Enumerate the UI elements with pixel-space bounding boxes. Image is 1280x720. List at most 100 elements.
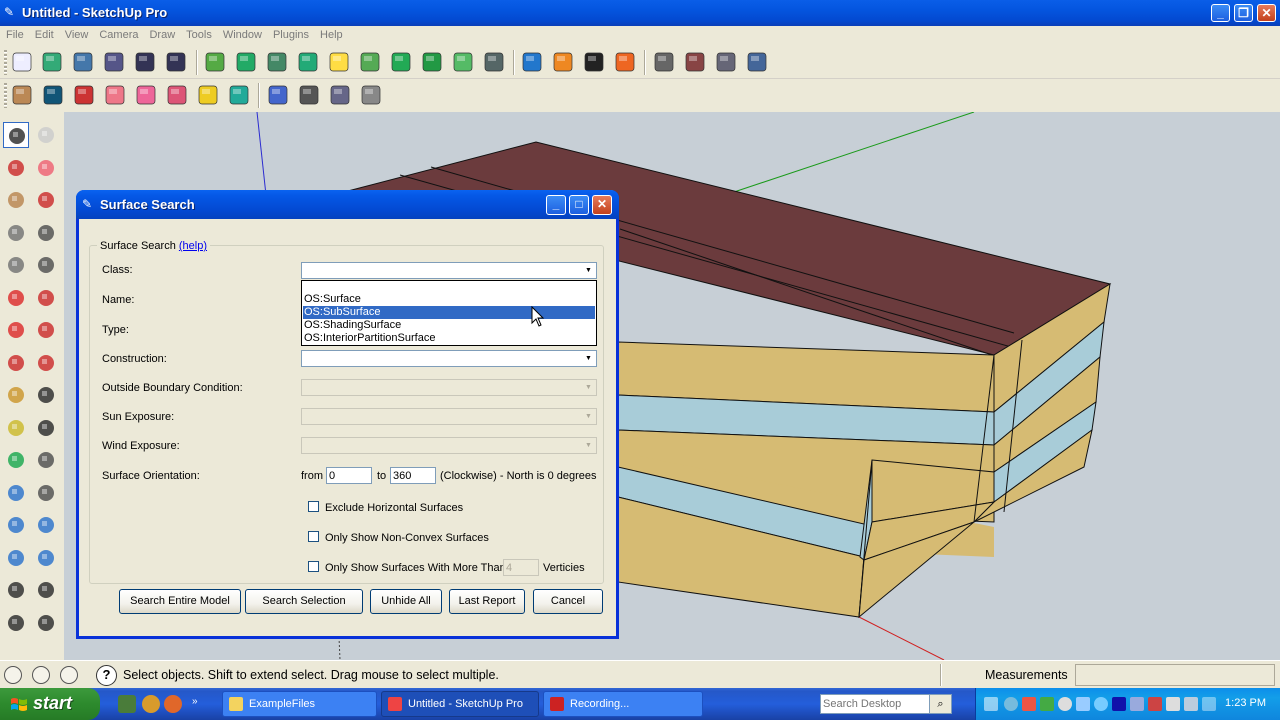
- wireframe-cube-icon[interactable]: [265, 82, 291, 108]
- arc-icon[interactable]: [33, 220, 59, 246]
- help-icon[interactable]: ?: [96, 665, 117, 686]
- component-icon[interactable]: [33, 122, 59, 148]
- paint-bucket-icon[interactable]: [3, 155, 29, 181]
- shaded-icon[interactable]: [327, 82, 353, 108]
- calendar-icon[interactable]: [358, 82, 384, 108]
- tape-measure-icon[interactable]: [3, 382, 29, 408]
- tray-network-icon[interactable]: [1004, 697, 1018, 711]
- text-icon[interactable]: [33, 415, 59, 441]
- measurements-input[interactable]: [1075, 664, 1275, 686]
- brick-wall-icon[interactable]: [71, 82, 97, 108]
- tray-update-icon[interactable]: [1040, 697, 1054, 711]
- user-icon[interactable]: [60, 666, 78, 684]
- unhide-all-button[interactable]: Unhide All: [370, 589, 442, 614]
- help-link[interactable]: (help): [179, 240, 207, 252]
- look-around-icon[interactable]: [33, 577, 59, 603]
- save-as-icon[interactable]: [101, 49, 127, 75]
- tray-wireless-icon[interactable]: [1130, 697, 1144, 711]
- render-construction-icon[interactable]: [682, 49, 708, 75]
- menu-file[interactable]: File: [0, 26, 29, 41]
- option-os-surface[interactable]: OS:Surface: [303, 293, 595, 306]
- tray-clock-icon[interactable]: [1058, 697, 1072, 711]
- tray-display-icon[interactable]: [1202, 697, 1216, 711]
- help-icon[interactable]: [744, 49, 770, 75]
- plane-icon[interactable]: [450, 49, 476, 75]
- quicklaunch-desktop-icon[interactable]: [118, 695, 136, 713]
- class-select[interactable]: ▼: [301, 262, 597, 279]
- menu-plugins[interactable]: Plugins: [267, 26, 314, 41]
- pencil-icon[interactable]: [33, 187, 59, 213]
- quicklaunch-firefox-icon[interactable]: [164, 695, 182, 713]
- task-recording[interactable]: Recording...: [543, 691, 703, 717]
- yellow-cube-icon[interactable]: [195, 82, 221, 108]
- wind-exposure-select[interactable]: ▼: [301, 437, 597, 454]
- tray-volume-icon[interactable]: [1166, 697, 1180, 711]
- construction-select[interactable]: ▼: [301, 350, 597, 367]
- cancel-button[interactable]: Cancel: [533, 589, 603, 614]
- pan-icon[interactable]: [33, 480, 59, 506]
- cube-pink-icon[interactable]: [133, 82, 159, 108]
- close-button[interactable]: ✕: [1257, 4, 1276, 22]
- surface-matching-icon[interactable]: [419, 49, 445, 75]
- search-entire-model-button[interactable]: Search Entire Model: [119, 589, 241, 614]
- new-light-icon[interactable]: [326, 49, 352, 75]
- move-icon[interactable]: [3, 285, 29, 311]
- import-icon[interactable]: [39, 49, 65, 75]
- menu-help[interactable]: Help: [314, 26, 348, 41]
- orientation-to-input[interactable]: [390, 467, 436, 484]
- box-dark-icon[interactable]: [40, 82, 66, 108]
- zoom-icon[interactable]: [3, 512, 29, 538]
- chevron-down-icon[interactable]: ▼: [582, 264, 595, 277]
- offset-icon[interactable]: [33, 350, 59, 376]
- search-desktop-input[interactable]: [823, 697, 923, 711]
- hidden-line-icon[interactable]: [296, 82, 322, 108]
- toolbar-grip[interactable]: [4, 50, 7, 75]
- rotate-icon[interactable]: [3, 317, 29, 343]
- follow-me-icon[interactable]: [33, 317, 59, 343]
- new-schedule-icon[interactable]: [357, 49, 383, 75]
- chevron-down-icon[interactable]: ▼: [582, 352, 595, 365]
- dialog-maximize-button[interactable]: □: [569, 195, 589, 215]
- export-idf-icon[interactable]: [132, 49, 158, 75]
- eraser-icon[interactable]: [33, 155, 59, 181]
- menu-tools[interactable]: Tools: [180, 26, 217, 41]
- tray-security-icon[interactable]: [1022, 697, 1036, 711]
- import-idf-icon[interactable]: [163, 49, 189, 75]
- dialog-minimize-button[interactable]: _: [546, 195, 566, 215]
- sun-exposure-select[interactable]: ▼: [301, 408, 597, 425]
- quicklaunch-email-icon[interactable]: [142, 695, 160, 713]
- menu-view[interactable]: View: [59, 26, 94, 41]
- minimize-button[interactable]: _: [1211, 4, 1230, 22]
- outside-boundary-select[interactable]: ▼: [301, 379, 597, 396]
- grid-icon[interactable]: [481, 49, 507, 75]
- push-pull-icon[interactable]: [33, 285, 59, 311]
- brick-stack-icon[interactable]: [164, 82, 190, 108]
- tray-pen-icon[interactable]: [984, 697, 998, 711]
- render-boundary-icon[interactable]: [651, 49, 677, 75]
- circle-icon[interactable]: [3, 220, 29, 246]
- option-os-interiorpartitionsurface[interactable]: OS:InteriorPartitionSurface: [303, 332, 595, 345]
- zoom-extents-icon[interactable]: [3, 545, 29, 571]
- orientation-from-input[interactable]: [326, 467, 372, 484]
- rectangle-icon[interactable]: [3, 187, 29, 213]
- tray-keyboard-icon[interactable]: [1184, 697, 1198, 711]
- start-button[interactable]: start: [0, 688, 100, 720]
- box-icon[interactable]: [9, 82, 35, 108]
- non-convex-checkbox[interactable]: [308, 531, 319, 542]
- menu-draw[interactable]: Draw: [143, 26, 180, 41]
- tray-search-icon[interactable]: [1094, 697, 1108, 711]
- zoom-window-icon[interactable]: [33, 512, 59, 538]
- select-icon[interactable]: [3, 122, 29, 148]
- tray-messenger-icon[interactable]: [1076, 697, 1090, 711]
- set-attributes-icon[interactable]: [388, 49, 414, 75]
- render-layer-icon[interactable]: [713, 49, 739, 75]
- tray-bluetooth-icon[interactable]: [1112, 697, 1126, 711]
- more-than-checkbox[interactable]: [308, 561, 319, 572]
- search-icon[interactable]: ⌕: [929, 695, 951, 713]
- search-selection-button[interactable]: Search Selection: [245, 589, 363, 614]
- brick-pink-icon[interactable]: [102, 82, 128, 108]
- tray-alert-icon[interactable]: [1148, 697, 1162, 711]
- new-building-story-icon[interactable]: [264, 49, 290, 75]
- dimension-icon[interactable]: [33, 382, 59, 408]
- dialog-close-button[interactable]: ✕: [592, 195, 612, 215]
